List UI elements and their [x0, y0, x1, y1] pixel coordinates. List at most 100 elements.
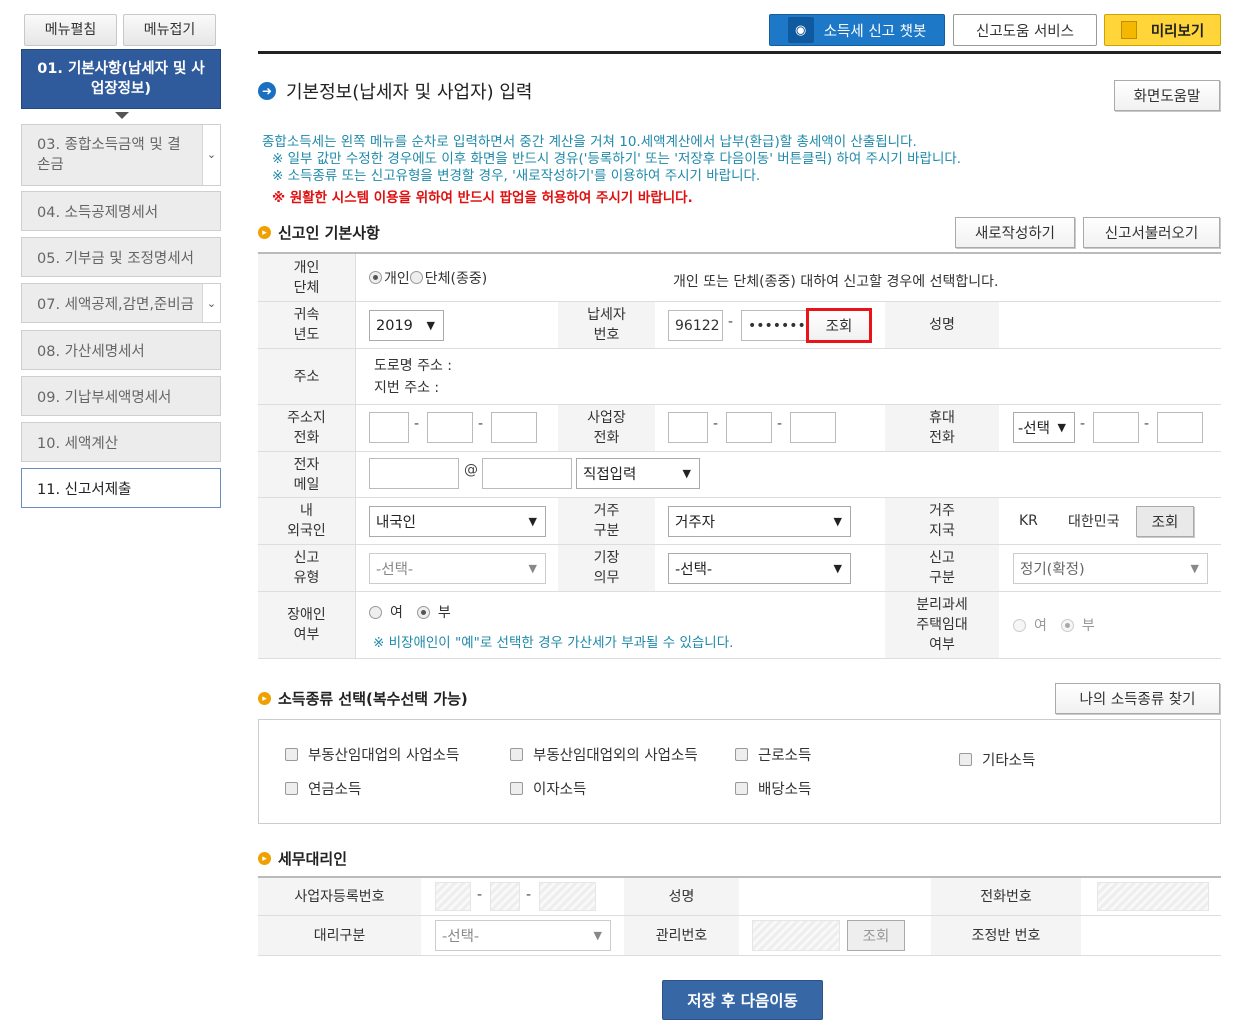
radio-disabled-no[interactable] [416, 605, 430, 619]
biz-phone-input-2[interactable] [726, 412, 772, 443]
load-filing-button[interactable]: 신고서불러오기 [1083, 217, 1220, 248]
email-domain-input[interactable] [482, 458, 572, 489]
income-item[interactable]: 근로소득 [735, 744, 811, 765]
home-phone-input-2[interactable] [427, 412, 473, 443]
sidebar-item-tax-credits[interactable]: 07. 세액공제,감면,준비금 ⌄ [21, 283, 221, 323]
sidebar-item-prepaid-tax[interactable]: 09. 기납부세액명세서 [21, 376, 221, 416]
agent-type-label: 대리구분 [258, 916, 421, 955]
menu-expand-button[interactable]: 메뉴펼침 [24, 14, 117, 46]
sidebar-item-label: 05. 기부금 및 조정명세서 [37, 250, 194, 267]
agent-table: 사업자등록번호 - - 성명 전화번호 대리구분 -선택- 관리번호 조회 조정… [258, 876, 1221, 956]
email-local-input[interactable] [369, 458, 459, 489]
checkbox[interactable] [285, 748, 298, 761]
sidebar-item-tax-calc[interactable]: 10. 세액계산 [21, 422, 221, 462]
sidebar-item-label: 09. 기납부세액명세서 [37, 389, 172, 406]
section-income-title: ▸ 소득종류 선택(복수선택 가능) [258, 688, 468, 709]
country-lookup-button[interactable]: 조회 [1136, 506, 1194, 537]
chevron-down-icon[interactable]: ⌄ [202, 125, 220, 185]
income-item[interactable]: 이자소득 [510, 778, 586, 799]
sidebar-item-income[interactable]: 03. 종합소득금액 및 결손금 ⌄ [21, 124, 221, 186]
sidebar-item-penalty-tax[interactable]: 08. 가산세명세서 [21, 330, 221, 370]
radio-group-label: 단체(종중) [424, 270, 488, 287]
sidebar-item-donations[interactable]: 05. 기부금 및 조정명세서 [21, 237, 221, 277]
income-item-label: 부동산임대업의 사업소득 [308, 748, 460, 764]
filing-type-label: 신고 유형 [258, 545, 355, 591]
home-phone-input-3[interactable] [491, 412, 537, 443]
income-item-label: 부동산임대업외의 사업소득 [533, 748, 698, 764]
dash: - [713, 416, 719, 432]
chatbot-label: 소득세 신고 챗봇 [823, 23, 927, 40]
dash: - [728, 314, 734, 330]
mobile-input-3[interactable] [1157, 412, 1203, 443]
residence-select[interactable]: 거주자 [668, 506, 851, 537]
page-title: ➜ 기본정보(납세자 및 사업자) 입력 [258, 78, 533, 104]
menu-collapse-button[interactable]: 메뉴접기 [123, 14, 216, 46]
mobile-input-2[interactable] [1093, 412, 1139, 443]
chatbot-button[interactable]: ◉ 소득세 신고 챗봇 [769, 14, 945, 46]
bookkeeping-select[interactable]: -선택- [668, 553, 851, 584]
save-next-button[interactable]: 저장 후 다음이동 [662, 980, 823, 1020]
year-select[interactable]: 2019 [369, 310, 444, 341]
chevron-down-icon [115, 112, 129, 119]
home-phone-input-1[interactable] [369, 412, 409, 443]
income-item[interactable]: 연금소득 [285, 778, 361, 799]
column-divider [355, 254, 356, 659]
sidebar-item-label: 03. 종합소득금액 및 결손금 [37, 137, 181, 173]
dash: - [1144, 416, 1150, 432]
lot-address: 지번 주소 : [374, 380, 440, 396]
help-service-button[interactable]: 신고도움 서비스 [953, 14, 1097, 46]
disabled-radio-group: 여 부 [369, 602, 451, 622]
checkbox[interactable] [735, 782, 748, 795]
radio-rental-yes[interactable] [1013, 618, 1026, 632]
email-domain-select[interactable]: 직접입력 [576, 458, 700, 489]
radio-individual[interactable] [369, 271, 382, 284]
agent-biz-no-1 [435, 882, 471, 911]
manage-no-lookup-button[interactable]: 조회 [847, 920, 905, 951]
checkbox[interactable] [510, 782, 523, 795]
preview-button[interactable]: 미리보기 [1104, 14, 1221, 46]
agent-type-select[interactable]: -선택- [435, 920, 611, 951]
preview-label: 미리보기 [1150, 23, 1205, 40]
sidebar-item-deductions[interactable]: 04. 소득공제명세서 [21, 191, 221, 231]
mobile-prefix-select[interactable]: -선택 [1013, 412, 1075, 443]
taxpayer-lookup-button[interactable]: 조회 [806, 308, 872, 343]
radio-disabled-yes[interactable] [369, 605, 382, 619]
sidebar-item-submit[interactable]: 11. 신고서제출 [21, 468, 221, 508]
checkbox[interactable] [285, 782, 298, 795]
find-income-type-button[interactable]: 나의 소득종류 찾기 [1055, 683, 1220, 714]
chevron-down-icon[interactable]: ⌄ [202, 284, 220, 322]
rental-radio-group: 여 부 [1013, 592, 1095, 658]
new-filing-button[interactable]: 새로작성하기 [955, 217, 1075, 248]
table-row: 사업자등록번호 - - 성명 전화번호 [258, 878, 1221, 916]
residence-country-label: 거주 지국 [885, 498, 999, 544]
dash: - [777, 416, 783, 432]
at-sign: @ [464, 462, 478, 478]
income-item[interactable]: 기타소득 [959, 749, 1035, 770]
filing-class-select[interactable]: 정기(확정) [1013, 553, 1208, 584]
radio-rental-no[interactable] [1060, 618, 1074, 632]
income-item[interactable]: 부동산임대업의 사업소득 [285, 744, 459, 765]
taxpayer-no-input-1[interactable]: 96122 [668, 310, 723, 341]
filing-type-select[interactable]: -선택- [369, 553, 546, 584]
radio-no-label: 부 [1081, 618, 1095, 634]
biz-phone-input-3[interactable] [790, 412, 836, 443]
sidebar-item-basic-info[interactable]: 01. 기본사항(납세자 및 사업장정보) [21, 49, 221, 109]
basic-info-table: 개인 단체 개인 단체(종중) 개인 또는 단체(종중) 대하여 신고할 경우에… [258, 252, 1221, 659]
type-radio-group: 개인 단체(종중) [369, 254, 487, 301]
income-item[interactable]: 부동산임대업외의 사업소득 [510, 744, 698, 765]
checkbox[interactable] [735, 748, 748, 761]
mobile-label: 휴대 전화 [885, 405, 999, 451]
biz-phone-input-1[interactable] [668, 412, 708, 443]
screen-help-button[interactable]: 화면도움말 [1114, 80, 1220, 111]
income-item[interactable]: 배당소득 [735, 778, 811, 799]
nationality-label: 내 외국인 [258, 498, 355, 544]
nationality-select[interactable]: 내국인 [369, 506, 546, 537]
agent-biz-no-label: 사업자등록번호 [258, 878, 421, 915]
table-row: 장애인 여부 여 부 ※ 비장애인이 "예"로 선택한 경우 가산세가 부과될 … [258, 592, 1221, 659]
checkbox[interactable] [959, 753, 972, 766]
bullet-icon: ▸ [258, 692, 271, 705]
home-phone-label: 주소지 전화 [258, 405, 355, 451]
checkbox[interactable] [510, 748, 523, 761]
taxpayer-no-input-2[interactable]: ••••••• [741, 310, 807, 341]
radio-group[interactable] [409, 271, 423, 284]
